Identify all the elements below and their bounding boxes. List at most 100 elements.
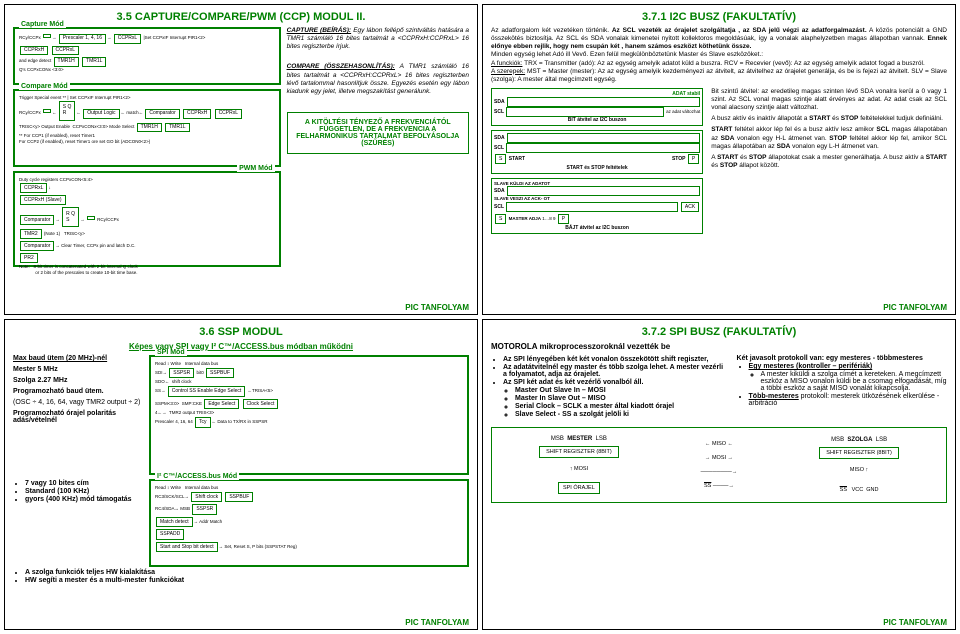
comparator2: Comparator: [20, 215, 54, 225]
ccprxl: CCPRxL: [52, 46, 79, 56]
i2c-right1: Bit szintű átvitel: az eredetileg magas …: [711, 88, 947, 112]
spi-bus: Internal data bus: [185, 361, 219, 366]
footer-2: PIC TANFOLYAM: [883, 303, 947, 312]
scl-label: SCL: [494, 109, 504, 115]
ccpxcon54: CCPxCON<5:4>: [60, 177, 93, 182]
spi-sb4: Slave Select - SS a szolgát jelöli ki: [515, 411, 725, 418]
tmr2-out: TRIS<3>: [196, 410, 214, 415]
start-label: START: [509, 156, 525, 162]
capture-mode-label: Capture Mód: [19, 21, 66, 28]
miso-wire: MISO: [712, 441, 726, 447]
prescaler-spi: Tcy: [195, 417, 211, 428]
bit-atvitel: BIT átvitel az I2C buszon: [494, 117, 700, 123]
set-reset: Set, Reset S, P bits (SSPSTAT Reg): [224, 544, 296, 549]
match: match: [126, 110, 138, 115]
sda-label: SDA: [494, 99, 505, 105]
sspbuf2: SSPBUF: [225, 492, 253, 503]
ssp-mode-line: Képes vagy SPI vagy I² C™/ACCESS.bus mód…: [13, 342, 469, 351]
scl-label3: SCL: [494, 204, 504, 210]
pin-label2: RCy/CCPx: [19, 110, 41, 115]
spi-write: Write: [171, 361, 181, 366]
trisa5: TRISA<5>: [252, 388, 273, 393]
p2: P: [558, 214, 569, 224]
rc4: RC4/SDA: [155, 506, 175, 511]
sda-label2: SDA: [494, 135, 505, 141]
i2c-funk: A funckiók: TRX = Transmitter (adó): Az …: [491, 60, 947, 68]
msb2: MSB: [831, 437, 844, 443]
stop-p: P: [688, 154, 699, 164]
pwm-green-box: A KITÖLTÉSI TÉNYEZŐ A FREKVENCIÁTÓL FÜGG…: [287, 112, 469, 154]
sspm: SSPM<3:0>: [155, 401, 179, 406]
clock-select: Clock Select: [243, 399, 279, 410]
slide-i2c-bus: 3.7.1 I2C BUSZ (FAKULTATÍV) Az adatforga…: [482, 4, 956, 315]
ack-label: ACK: [681, 202, 699, 212]
slave-baud: Szolga 2.27 MHz: [13, 377, 143, 384]
spi-mode-label: SPI Mód: [155, 349, 187, 356]
slide4-title: 3.7.2 SPI BUSZ (FAKULTATÍV): [491, 326, 947, 338]
tmr1l: TMR1L: [82, 57, 106, 67]
bit0: bit0: [197, 370, 204, 375]
end-b1: A szolga funkciók teljes HW kialakítása: [25, 569, 469, 576]
ccprxl3: CCPRxL: [20, 183, 47, 193]
i2c-mode-label: I² C™/ACCESS.bus Mód: [155, 473, 239, 480]
data-txrx: TMR2 output: [169, 410, 195, 415]
spi-lb1: Az SPI lényegében két két vonalon összek…: [503, 356, 725, 363]
prescaler: Prescaler 1, 4, 16: [59, 34, 106, 44]
ccprxh-slave: CCPRxH (Slave): [20, 195, 66, 205]
qs: Q's: [19, 67, 26, 72]
i2c-para1: Az adatforgalom két vezetéken történik. …: [491, 27, 947, 51]
spi-read: Read: [155, 361, 166, 366]
capture-enable: and edge detect: [19, 58, 51, 63]
i2c-bus: Internal data bus: [185, 485, 219, 490]
tmr2: TMR2: [20, 229, 42, 239]
capture-heading: CAPTURE (BEÍRÁS):: [287, 27, 352, 34]
bajt-atvitel: BÁJT átvitel az I2C buszon: [494, 225, 700, 231]
slide3-title: 3.6 SSP MODUL: [13, 326, 469, 338]
footer-1: PIC TANFOLYAM: [405, 303, 469, 312]
shift-reg-m: SHIFT REGISZTER (8BIT): [539, 446, 619, 458]
smp-cke: SMP:CKE: [182, 401, 202, 406]
edge-sel: Control SS Enable Edge Select: [168, 386, 246, 397]
match-detect: Match detect: [156, 517, 193, 528]
vcc: VCC: [852, 487, 864, 493]
prog-clock: Programozható órajel polaritás adás/véte…: [13, 410, 143, 424]
max-baud: Max baud ütem (20 MHz)-nél: [13, 355, 107, 362]
shift-clk2: Shift clock: [191, 492, 222, 503]
pwm-note: Note: 8-bit timer is concatenated with 2…: [19, 264, 138, 274]
miso-s: MISO: [850, 467, 864, 473]
pr2: PR2: [20, 253, 38, 263]
sdo: SDO: [155, 379, 165, 384]
footer-4: PIC TANFOLYAM: [883, 618, 947, 627]
s2: S: [495, 214, 506, 224]
sck: 4: [155, 410, 158, 415]
end-bullets: A szolga funkciók teljes HW kialakítása …: [13, 569, 469, 584]
spi-rb2: Több-mesteres: [749, 393, 799, 400]
tmr1h: TMR1H: [54, 57, 79, 67]
pin-label: RCy/CCPx: [19, 35, 41, 40]
clear-timer: Clear Timer, CCPx pin and latch D.C.: [61, 243, 135, 248]
edge-select: Edge Select: [204, 399, 239, 410]
spi-clk-block: SPI ÓRAJEL: [558, 482, 600, 494]
ccpxcon: CCPxCONx <3:0>: [27, 67, 64, 72]
and-edge: CCPRxL: [114, 34, 141, 44]
cmp-note2: For CCP2 (if enabled), reset Timer1 ore …: [19, 139, 150, 144]
spi-intro: MOTOROLA mikroprocesszoroknál vezették b…: [491, 342, 947, 351]
ccprxl2: CCPRxL: [215, 109, 242, 119]
shift-reg-s: SHIFT REGISZTER (8BIT): [819, 447, 899, 459]
stop-label: STOP: [672, 156, 686, 162]
mosi-m: MOSI: [574, 466, 588, 472]
mester-title: MESTER: [567, 436, 592, 442]
ss-wire: SS: [704, 483, 711, 489]
gnd: GND: [866, 487, 878, 493]
output-logic: Output Logic: [83, 109, 119, 119]
ccprxh: CCPRxH: [20, 46, 48, 56]
duty-cycle: Duty cycle registers: [19, 177, 58, 182]
lsb1: LSB: [596, 436, 607, 442]
ss-pin: SS: [155, 388, 161, 393]
addr-match: Addr Match: [199, 519, 222, 524]
shift-clk: shift clock: [172, 379, 192, 384]
start-stop-cap: START és STOP feltételek: [494, 165, 700, 171]
ccprxh2: CCPRxH: [183, 109, 211, 119]
slide-ssp: 3.6 SSP MODUL Képes vagy SPI vagy I² C™/…: [4, 319, 478, 630]
master-note: (OSC ÷ 4, 16, 64, vagy TMR2 output ÷ 2): [13, 399, 143, 406]
